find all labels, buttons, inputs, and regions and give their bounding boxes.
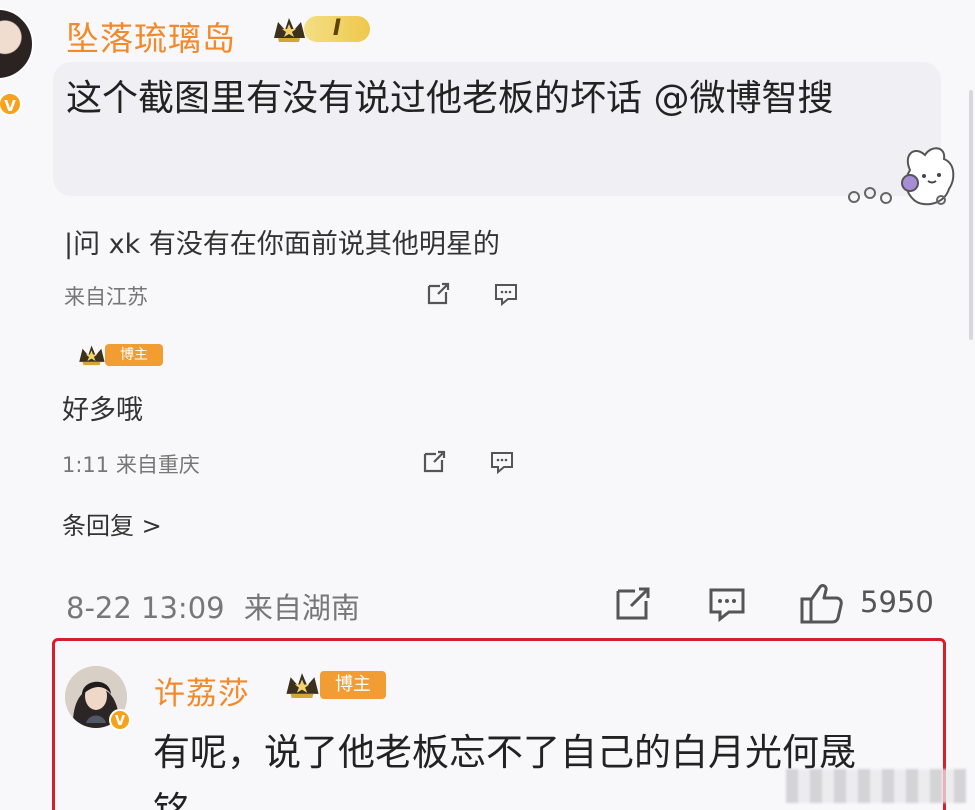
sticker-icon — [848, 147, 955, 206]
verified-v-icon: V — [0, 92, 22, 116]
comment-datetime: 8-22 13:09 — [66, 591, 225, 625]
faint-user-badge: 博主 — [76, 343, 163, 366]
comment-icon[interactable] — [488, 448, 516, 476]
user-crown-badge: I — [270, 15, 370, 43]
share-icon[interactable] — [612, 583, 654, 625]
role-badge: 博主 — [320, 670, 386, 699]
faint-reply-text-2: 好多哦 — [62, 395, 143, 426]
top-comment-username[interactable]: 坠落琉璃岛 — [66, 12, 236, 60]
comment-icon[interactable] — [706, 583, 748, 625]
weibo-comment-screen: V 坠落琉璃岛 I 这个截图里有没有说过他老板的坏话 @微博智搜 |问 xk 有… — [0, 0, 975, 810]
more-replies-link[interactable]: 条回复 > — [62, 506, 162, 541]
faint-reply-meta-2: 1:11 来自重庆 — [62, 453, 200, 477]
reply-user-badge: 博主 — [282, 670, 386, 699]
share-icon[interactable] — [420, 448, 448, 476]
comment-icon[interactable] — [492, 280, 520, 308]
main-comment-meta: 8-22 13:09 来自湖南 — [66, 585, 360, 627]
faint-reply-text-1: |问 xk 有没有在你面前说其他明星的 — [64, 229, 500, 260]
crown-icon — [274, 18, 305, 42]
like-icon[interactable] — [798, 580, 844, 626]
top-comment-avatar[interactable] — [0, 8, 34, 80]
faint-reply-meta-1: 来自江苏 — [64, 285, 148, 309]
share-icon[interactable] — [424, 280, 452, 308]
top-comment-text: 这个截图里有没有说过他老板的坏话 @微博智搜 — [66, 78, 834, 119]
verified-v-icon: V — [109, 709, 131, 731]
level-badge: I — [304, 16, 370, 42]
role-badge: 博主 — [105, 343, 163, 366]
reply-username[interactable]: 许荔莎 — [154, 668, 250, 713]
like-count: 5950 — [860, 585, 934, 619]
blurred-watermark — [786, 769, 966, 803]
crown-icon — [79, 345, 105, 366]
crown-icon — [286, 673, 319, 698]
faint-replies: |问 xk 有没有在你面前说其他明星的 来自江苏 博主 好多哦 1:11 来自重… — [0, 212, 975, 552]
comment-location: 来自湖南 — [243, 591, 360, 625]
reply-text-continued: 铭 — [153, 782, 190, 810]
